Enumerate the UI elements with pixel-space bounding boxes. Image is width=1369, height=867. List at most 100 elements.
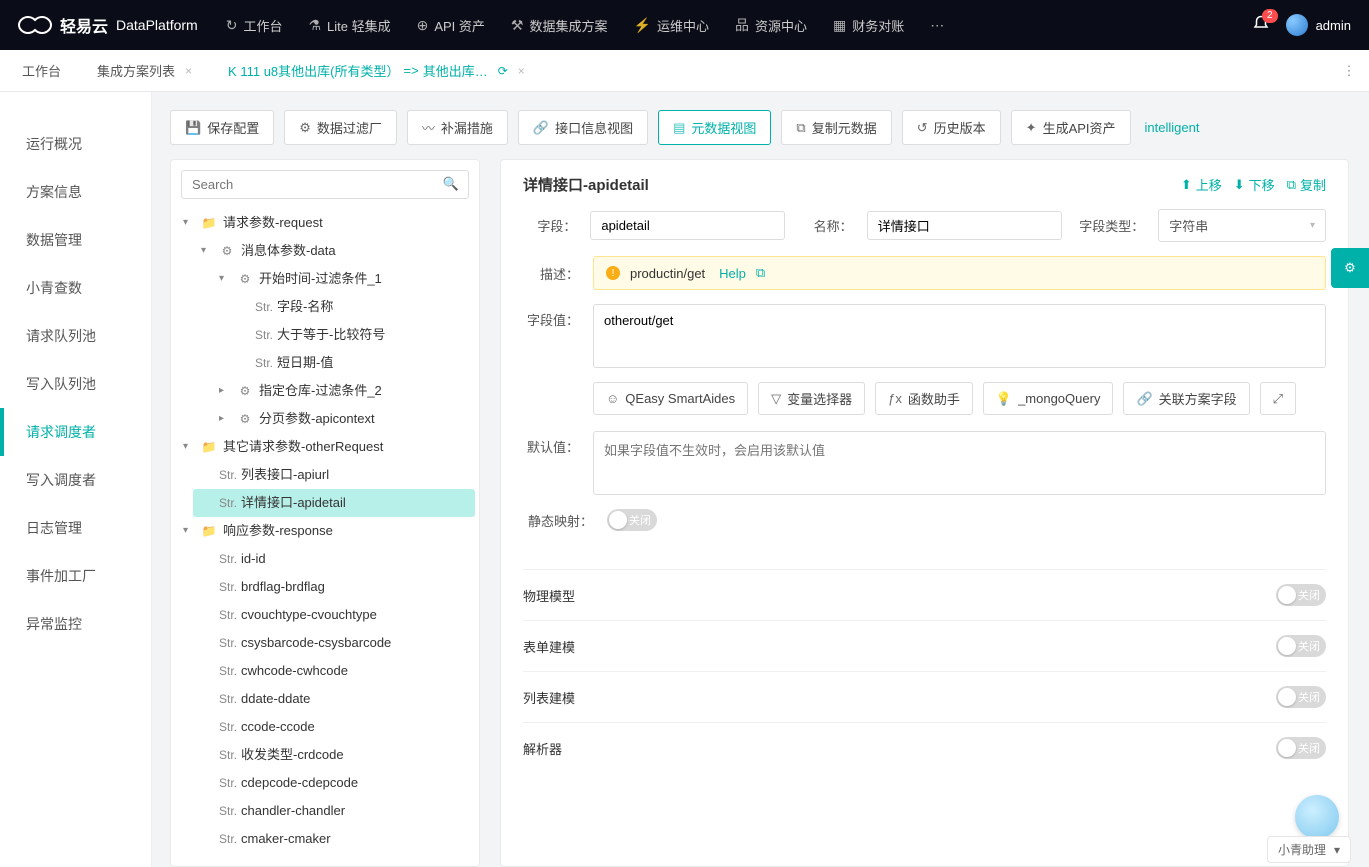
workspace: 运行概况 方案信息 数据管理 小青查数 请求队列池 写入队列池 请求调度者 写入… xyxy=(0,92,1369,867)
topnav-more[interactable]: ⋯ xyxy=(930,17,944,34)
move-down-button[interactable]: ⬇下移 xyxy=(1234,175,1275,194)
save-config-button[interactable]: 💾保存配置 xyxy=(170,110,274,145)
topnav-data-integration[interactable]: ⚒数据集成方案 xyxy=(511,16,608,35)
sidebar-item-overview[interactable]: 运行概况 xyxy=(0,120,151,168)
generate-api-asset-button[interactable]: ✦生成API资产 xyxy=(1011,110,1131,145)
sidebar-item-xiaoqing-query[interactable]: 小青查数 xyxy=(0,264,151,312)
sidebar-item-exception-monitor[interactable]: 异常监控 xyxy=(0,600,151,648)
warning-icon: ! xyxy=(606,266,620,280)
tree-node-field-name[interactable]: Str.字段-名称 xyxy=(229,293,475,321)
fill-gap-button[interactable]: 〰补漏措施 xyxy=(407,110,508,145)
helper-bar[interactable]: 小青助理▾ xyxy=(1267,836,1351,863)
help-link[interactable]: Help xyxy=(719,266,746,281)
tree-node-gte-op[interactable]: Str.大于等于-比较符号 xyxy=(229,321,475,349)
form-model-toggle[interactable]: 关闭 xyxy=(1276,635,1326,657)
close-icon[interactable]: × xyxy=(518,64,525,78)
smart-aides-button[interactable]: ☺QEasy SmartAides xyxy=(593,382,748,415)
tree-node-brdflag[interactable]: Str.brdflag-brdflag xyxy=(193,573,475,601)
helper-avatar[interactable] xyxy=(1295,795,1339,839)
copy-button[interactable]: ⧉复制 xyxy=(1287,175,1326,194)
topnav-api-asset[interactable]: ⊕API 资产 xyxy=(417,16,485,35)
tree-node-csysbarcode[interactable]: Str.csysbarcode-csysbarcode xyxy=(193,629,475,657)
sidebar-item-scheme[interactable]: 方案信息 xyxy=(0,168,151,216)
tab-workspace[interactable]: 工作台 xyxy=(4,50,79,91)
metadata-view-button[interactable]: ▤元数据视图 xyxy=(658,110,771,145)
label-type: 字段类型： xyxy=(1076,216,1145,235)
default-textarea[interactable] xyxy=(593,431,1326,495)
expand-button[interactable]: ⤢ xyxy=(1260,382,1296,415)
ellipsis-icon: ⋯ xyxy=(930,17,944,34)
mongo-query-button[interactable]: 💡_mongoQuery xyxy=(983,382,1114,415)
folder-icon: 📁 xyxy=(201,437,217,457)
topnav-finance[interactable]: ▦财务对账 xyxy=(833,16,904,35)
type-select[interactable]: 字符串▾ xyxy=(1158,209,1326,242)
tree-node-data[interactable]: ▾⚙消息体参数-data xyxy=(193,237,475,265)
tree-node-response[interactable]: ▾📁响应参数-response xyxy=(175,517,475,545)
parser-toggle[interactable]: 关闭 xyxy=(1276,737,1326,759)
tree-node-filter2[interactable]: ▸⚙指定仓库-过滤条件_2 xyxy=(211,377,475,405)
external-link-icon[interactable]: ⧉ xyxy=(756,265,765,281)
brand-logo-icon xyxy=(18,13,52,37)
tree-node-crdcode[interactable]: Str.收发类型-crdcode xyxy=(193,741,475,769)
move-up-button[interactable]: ⬆上移 xyxy=(1181,175,1222,194)
tree-node-ccode[interactable]: Str.ccode-ccode xyxy=(193,713,475,741)
tab-integration-list[interactable]: 集成方案列表× xyxy=(79,50,210,91)
sidebar-item-write-scheduler[interactable]: 写入调度者 xyxy=(0,456,151,504)
tree-node-id[interactable]: Str.id-id xyxy=(193,545,475,573)
tree-node-apiurl[interactable]: Str.列表接口-apiurl xyxy=(193,461,475,489)
sidebar-item-log-mgmt[interactable]: 日志管理 xyxy=(0,504,151,552)
tree-node-filter1[interactable]: ▾⚙开始时间-过滤条件_1 xyxy=(211,265,475,293)
tree-node-apidetail[interactable]: Str.详情接口-apidetail xyxy=(193,489,475,517)
data-filter-button[interactable]: ⚙数据过滤厂 xyxy=(284,110,397,145)
sidebar-item-request-scheduler[interactable]: 请求调度者 xyxy=(0,408,151,456)
tabsbar: 工作台 集成方案列表× K 111 u8其他出库(所有类型） => 其他出库… … xyxy=(0,50,1369,92)
tree-node-cmaker[interactable]: Str.cmaker-cmaker xyxy=(193,825,475,853)
list-model-toggle[interactable]: 关闭 xyxy=(1276,686,1326,708)
row-parser: 解析器 关闭 xyxy=(523,722,1326,773)
physical-model-toggle[interactable]: 关闭 xyxy=(1276,584,1326,606)
tree-node-cwhcode[interactable]: Str.cwhcode-cwhcode xyxy=(193,657,475,685)
tree-node-cdepcode[interactable]: Str.cdepcode-cdepcode xyxy=(193,769,475,797)
link-scheme-field-button[interactable]: 🔗关联方案字段 xyxy=(1123,382,1249,415)
notifications-button[interactable]: 2 xyxy=(1252,15,1270,36)
search-icon[interactable]: 🔍 xyxy=(443,176,459,192)
tree-node-cvouchtype[interactable]: Str.cvouchtype-cvouchtype xyxy=(193,601,475,629)
row-physical-model: 物理模型 关闭 xyxy=(523,569,1326,620)
copy-metadata-button[interactable]: ⧉复制元数据 xyxy=(781,110,891,145)
tab-current[interactable]: K 111 u8其他出库(所有类型） => 其他出库… ⟳ × xyxy=(210,50,543,91)
settings-float-button[interactable]: ⚙ xyxy=(1331,248,1369,288)
value-textarea[interactable] xyxy=(593,304,1326,368)
topnav-ops[interactable]: ⚡运维中心 xyxy=(634,16,709,35)
search-input[interactable] xyxy=(181,170,469,199)
sidebar-item-request-queue[interactable]: 请求队列池 xyxy=(0,312,151,360)
topnav-workspace[interactable]: ↻工作台 xyxy=(226,16,283,35)
function-helper-button[interactable]: ƒx函数助手 xyxy=(875,382,973,415)
string-icon: Str. xyxy=(255,353,271,373)
tree-node-other-request[interactable]: ▾📁其它请求参数-otherRequest xyxy=(175,433,475,461)
refresh-tab-icon[interactable]: ⟳ xyxy=(498,64,508,78)
history-version-button[interactable]: ↺历史版本 xyxy=(902,110,1001,145)
copy-icon: ⧉ xyxy=(796,120,805,136)
topbar: 轻易云 DataPlatform ↻工作台 ⚗Lite 轻集成 ⊕API 资产 … xyxy=(0,0,1369,50)
sidebar-item-data-mgmt[interactable]: 数据管理 xyxy=(0,216,151,264)
tabs-more[interactable]: ⋮ xyxy=(1329,50,1369,91)
object-icon: ⚙ xyxy=(237,381,253,401)
topnav-lite[interactable]: ⚗Lite 轻集成 xyxy=(308,16,390,35)
tree-node-apicontext[interactable]: ▸⚙分页参数-apicontext xyxy=(211,405,475,433)
close-icon[interactable]: × xyxy=(185,64,192,78)
tree-node-request[interactable]: ▾📁请求参数-request xyxy=(175,209,475,237)
field-input[interactable] xyxy=(590,211,785,240)
user-menu[interactable]: admin xyxy=(1286,14,1351,36)
tree-node-ddate[interactable]: Str.ddate-ddate xyxy=(193,685,475,713)
topnav-resources[interactable]: 品资源中心 xyxy=(735,15,807,35)
sidebar-item-write-queue[interactable]: 写入队列池 xyxy=(0,360,151,408)
sidebar-item-event-factory[interactable]: 事件加工厂 xyxy=(0,552,151,600)
tree-node-chandler[interactable]: Str.chandler-chandler xyxy=(193,797,475,825)
var-selector-button[interactable]: ▽变量选择器 xyxy=(758,382,865,415)
tree-node-shortdate-value[interactable]: Str.短日期-值 xyxy=(229,349,475,377)
intelligent-link[interactable]: intelligent xyxy=(1145,120,1200,135)
api-info-view-button[interactable]: 🔗接口信息视图 xyxy=(518,110,648,145)
static-map-toggle[interactable]: 关闭 xyxy=(607,509,657,531)
folder-icon: 📁 xyxy=(201,213,217,233)
name-input[interactable] xyxy=(867,211,1062,240)
